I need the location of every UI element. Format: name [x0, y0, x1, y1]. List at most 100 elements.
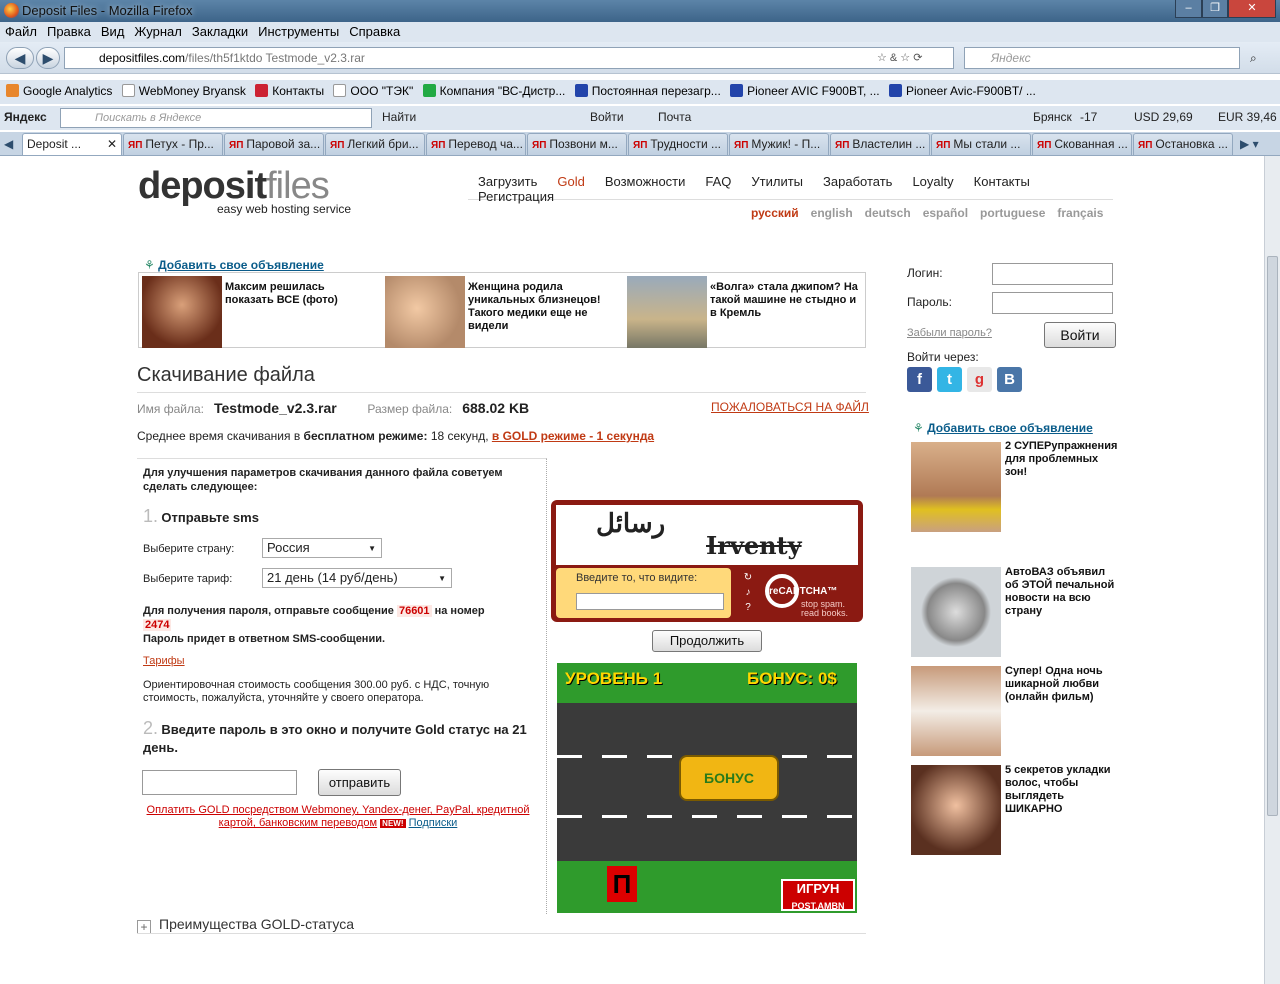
tab[interactable]: ЯП Мужик! - П...	[729, 133, 829, 155]
right-ad-image[interactable]	[911, 666, 1001, 756]
page-scrollbar[interactable]	[1264, 156, 1280, 984]
nav-register[interactable]: Регистрация	[478, 189, 554, 204]
lang-german[interactable]: deutsch	[865, 206, 911, 220]
tab[interactable]: ЯП Позвони м...	[527, 133, 627, 155]
top-ad[interactable]: «Волга» стала джипом? На такой машине не…	[624, 273, 866, 349]
top-ad[interactable]: Максим решилась показать ВСЕ (фото)	[139, 273, 381, 349]
tab[interactable]: ЯП Скованная ...	[1032, 133, 1132, 155]
pay-gold-link[interactable]: Оплатить GOLD посредством Webmoney, Yand…	[147, 804, 530, 829]
bookmark-item[interactable]: Google Analytics	[6, 84, 112, 98]
tariffs-link[interactable]: Тарифы	[143, 655, 185, 667]
nav-loyalty[interactable]: Loyalty	[912, 174, 953, 189]
login-button[interactable]: Войти	[1044, 322, 1116, 348]
subscriptions-link[interactable]: Подписки	[409, 817, 458, 829]
login-input[interactable]	[992, 263, 1113, 285]
yandex-mail-button[interactable]: Почта	[658, 110, 691, 124]
add-ad-link-right[interactable]: ⚘ Добавить свое объявление	[913, 421, 1093, 435]
menu-history[interactable]: Журнал	[129, 22, 186, 39]
tab[interactable]: ЯП Мы стали ...	[931, 133, 1031, 155]
back-icon[interactable]: ◀	[6, 47, 34, 69]
eur-rate[interactable]: EUR 39,46	[1218, 110, 1277, 124]
right-ad-image[interactable]	[911, 765, 1001, 855]
right-ad-3[interactable]: Супер! Одна ночь шикарной любви (онлайн …	[1005, 665, 1115, 704]
yandex-brand[interactable]: Яндекс	[4, 110, 47, 124]
continue-button[interactable]: Продолжить	[652, 630, 762, 652]
bookmark-item[interactable]: WebMoney Bryansk	[121, 84, 246, 98]
star-icon[interactable]: ☆ & ☆ ⟳	[877, 51, 922, 64]
gold-mode-link[interactable]: в GOLD режиме - 1 секунда	[492, 429, 654, 443]
nav-contacts[interactable]: Контакты	[974, 174, 1030, 189]
yandex-login-button[interactable]: Войти	[590, 110, 624, 124]
maximize-icon[interactable]: ❐	[1202, 0, 1228, 18]
tab[interactable]: ЯП Остановка ...	[1133, 133, 1233, 155]
help-icon[interactable]: ?	[739, 600, 757, 615]
lang-russian[interactable]: русский	[751, 206, 799, 220]
right-ad-2[interactable]: АвтоВАЗ объявил об ЭТОЙ печальной новост…	[1005, 566, 1115, 618]
tab[interactable]: ЯП Трудности ...	[628, 133, 728, 155]
bookmark-item[interactable]: Pioneer Avic-F900BT/ ...	[888, 84, 1036, 98]
top-ad[interactable]: Женщина родила уникальных близнецов! Так…	[382, 273, 624, 349]
reload-icon[interactable]: ↻	[739, 570, 757, 585]
usd-rate[interactable]: USD 29,69	[1134, 110, 1193, 124]
expand-icon[interactable]: +	[137, 920, 151, 934]
yandex-find-button[interactable]: Найти	[382, 110, 416, 124]
lang-portuguese[interactable]: portuguese	[980, 206, 1045, 220]
weather-city[interactable]: Брянск	[1033, 110, 1072, 124]
forgot-password-link[interactable]: Забыли пароль?	[907, 327, 992, 339]
lang-english[interactable]: english	[811, 206, 853, 220]
tab-list-icon[interactable]: ▶ ▾	[1240, 137, 1259, 151]
search-icon[interactable]: ⌕	[1250, 51, 1257, 66]
nav-utilities[interactable]: Утилиты	[751, 174, 803, 189]
right-ad-4[interactable]: 5 секретов укладки волос, чтобы выглядет…	[1005, 764, 1115, 816]
nav-gold[interactable]: Gold	[557, 174, 584, 189]
close-icon[interactable]: ✕	[1228, 0, 1276, 18]
bookmark-item[interactable]: Компания "ВС-Дистр...	[422, 84, 565, 98]
password-input[interactable]	[142, 770, 297, 795]
bookmark-item[interactable]: Pioneer AVIC F900BT, ...	[730, 84, 880, 98]
tab[interactable]: ЯП Паровой за...	[224, 133, 324, 155]
site-logo[interactable]: depositfiles	[138, 166, 330, 206]
tab-scroll-left-icon[interactable]: ◀	[4, 137, 13, 151]
tab-active[interactable]: Deposit ... ✕	[22, 133, 122, 155]
tab[interactable]: ЯП Легкий бри...	[325, 133, 425, 155]
nav-upload[interactable]: Загрузить	[478, 174, 537, 189]
menu-file[interactable]: Файл	[0, 22, 42, 39]
audio-icon[interactable]: ♪	[739, 585, 757, 600]
game-banner[interactable]: УРОВЕНЬ 1 БОНУС: 0$ БОНУС П ИГРУН POST.AM…	[557, 663, 857, 913]
send-button[interactable]: отправить	[318, 769, 401, 796]
right-ad-image[interactable]	[911, 567, 1001, 657]
minimize-icon[interactable]: –	[1175, 0, 1202, 18]
close-tab-icon[interactable]: ✕	[107, 134, 117, 155]
weather-temp[interactable]: -17	[1080, 110, 1097, 124]
menu-bookmarks[interactable]: Закладки	[187, 22, 253, 39]
menu-help[interactable]: Справка	[344, 22, 405, 39]
twitter-icon[interactable]: t	[937, 367, 962, 392]
forward-icon[interactable]: ▶	[36, 47, 60, 69]
right-ad-1[interactable]: 2 СУПЕРупражнения для проблемных зон!	[911, 440, 1121, 532]
vkontakte-icon[interactable]: В	[997, 367, 1022, 392]
menu-edit[interactable]: Правка	[42, 22, 96, 39]
menu-view[interactable]: Вид	[96, 22, 130, 39]
tab[interactable]: ЯП Властелин ...	[830, 133, 930, 155]
yandex-search-input[interactable]: Поискать в Яндексе	[60, 108, 372, 128]
tariff-select[interactable]: 21 день (14 руб/день)	[262, 568, 452, 588]
bookmark-item[interactable]: Контакты	[255, 84, 324, 98]
search-input[interactable]: Яндекс	[964, 47, 1240, 69]
nav-faq[interactable]: FAQ	[705, 174, 731, 189]
tab[interactable]: ЯП Перевод ча...	[426, 133, 526, 155]
bookmark-item[interactable]: ООО "ТЭК"	[333, 84, 413, 98]
lang-spanish[interactable]: español	[923, 206, 968, 220]
add-ad-link[interactable]: ⚘ Добавить свое объявление	[144, 258, 324, 272]
tab[interactable]: ЯП Петух - Пр...	[123, 133, 223, 155]
menu-tools[interactable]: Инструменты	[253, 22, 344, 39]
lang-french[interactable]: français	[1057, 206, 1103, 220]
bookmark-item[interactable]: Постоянная перезагр...	[574, 84, 721, 98]
report-file-link[interactable]: ПОЖАЛОВАТЬСЯ НА ФАЙЛ	[711, 400, 869, 414]
google-icon[interactable]: g	[967, 367, 992, 392]
facebook-icon[interactable]: f	[907, 367, 932, 392]
login-password-input[interactable]	[992, 292, 1113, 314]
gold-advantages-toggle[interactable]: + Преимущества GOLD-статуса	[137, 916, 354, 934]
captcha-input[interactable]	[576, 593, 724, 610]
country-select[interactable]: Россия	[262, 538, 382, 558]
url-bar[interactable]: depositfiles.com/files/th5f1ktdo Testmod…	[64, 47, 954, 69]
